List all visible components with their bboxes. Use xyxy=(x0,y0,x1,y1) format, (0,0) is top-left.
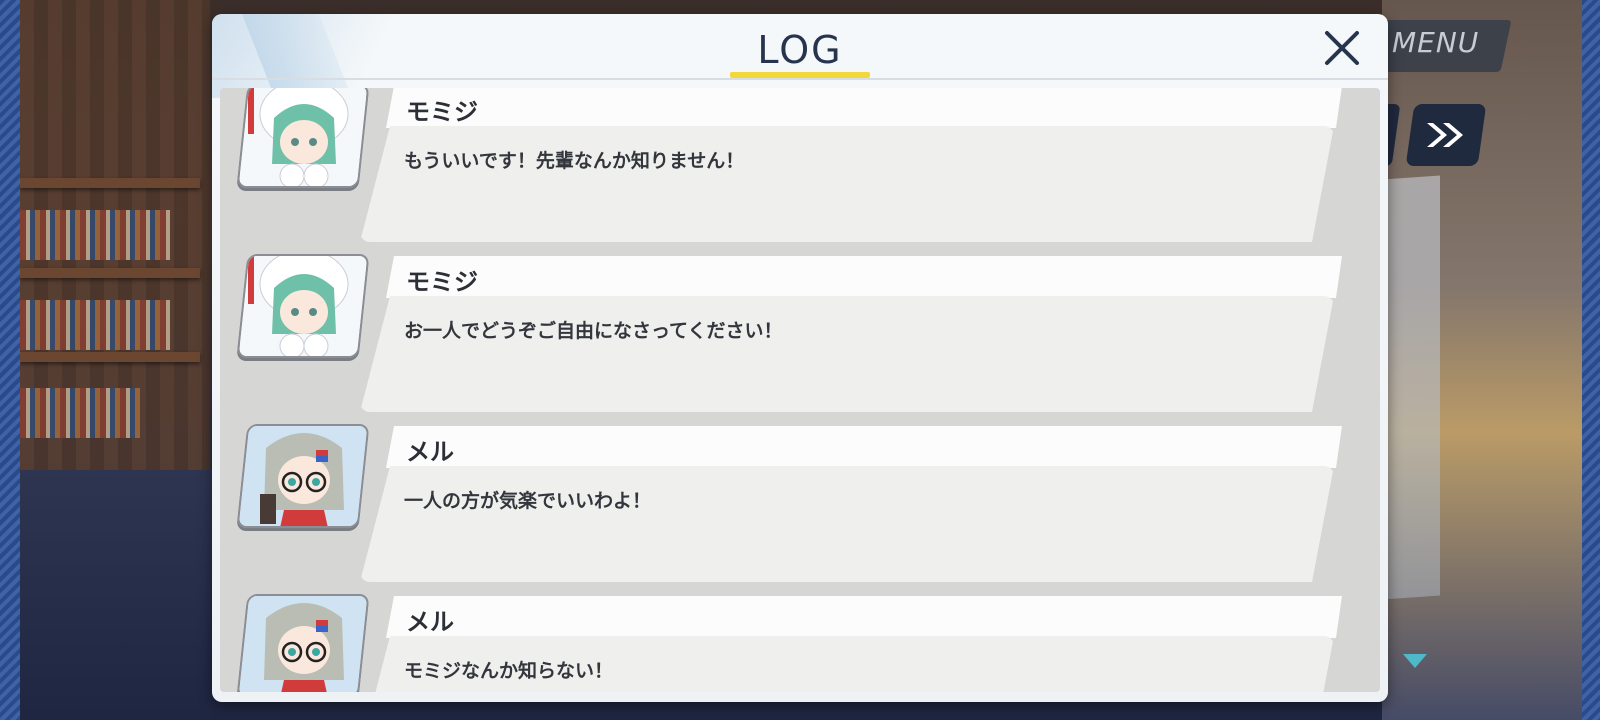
message-box xyxy=(360,296,1334,412)
log-title: LOG xyxy=(757,28,843,72)
speaker-name-tab xyxy=(386,426,1342,468)
log-panel: LOG モミジ もういいです！先輩なんか知りません！ モミジ お一人でどうぞご自… xyxy=(212,14,1388,702)
books-row xyxy=(20,300,170,350)
momiji-portrait xyxy=(236,88,370,188)
message-box xyxy=(360,466,1334,582)
speaker-name: メル xyxy=(406,608,454,636)
speaker-name: メル xyxy=(406,438,454,466)
message-text: モミジなんか知らない！ xyxy=(404,660,614,682)
right-border-stripe xyxy=(1582,0,1600,720)
message-box xyxy=(360,126,1334,242)
meru-portrait xyxy=(236,424,370,528)
header-divider xyxy=(212,78,1388,80)
down-triangle-icon[interactable] xyxy=(1403,654,1427,668)
log-list[interactable]: モミジ もういいです！先輩なんか知りません！ モミジ お一人でどうぞご自由になさ… xyxy=(220,88,1380,692)
books-row xyxy=(20,210,170,260)
bookshelf-board xyxy=(20,178,200,188)
left-border-stripe xyxy=(0,0,20,720)
fast-forward-icon xyxy=(1427,123,1463,147)
books-row xyxy=(20,388,140,438)
meru-portrait xyxy=(236,594,370,692)
speaker-name-tab xyxy=(386,256,1342,298)
bookshelf-board xyxy=(20,268,200,278)
message-text: 一人の方が気楽でいいわよ！ xyxy=(404,490,652,512)
log-entry: モミジ もういいです！先輩なんか知りません！ xyxy=(220,88,1380,244)
speaker-name-tab xyxy=(386,88,1342,128)
log-entry: メル モミジなんか知らない！ xyxy=(220,594,1380,692)
speaker-name: モミジ xyxy=(406,98,478,126)
skip-button[interactable] xyxy=(1405,104,1487,166)
log-entry: メル 一人の方が気楽でいいわよ！ xyxy=(220,424,1380,584)
bookshelf-board xyxy=(20,352,200,362)
close-button[interactable] xyxy=(1322,28,1362,68)
speaker-name: モミジ xyxy=(406,268,478,296)
message-text: お一人でどうぞご自由になさってください！ xyxy=(404,320,783,342)
menu-label: MENU xyxy=(1392,26,1480,59)
momiji-portrait xyxy=(236,254,370,358)
speaker-name-tab xyxy=(386,596,1342,638)
log-entry: モミジ お一人でどうぞご自由になさってください！ xyxy=(220,254,1380,414)
message-text: もういいです！先輩なんか知りません！ xyxy=(404,150,745,172)
close-icon xyxy=(1325,31,1359,65)
